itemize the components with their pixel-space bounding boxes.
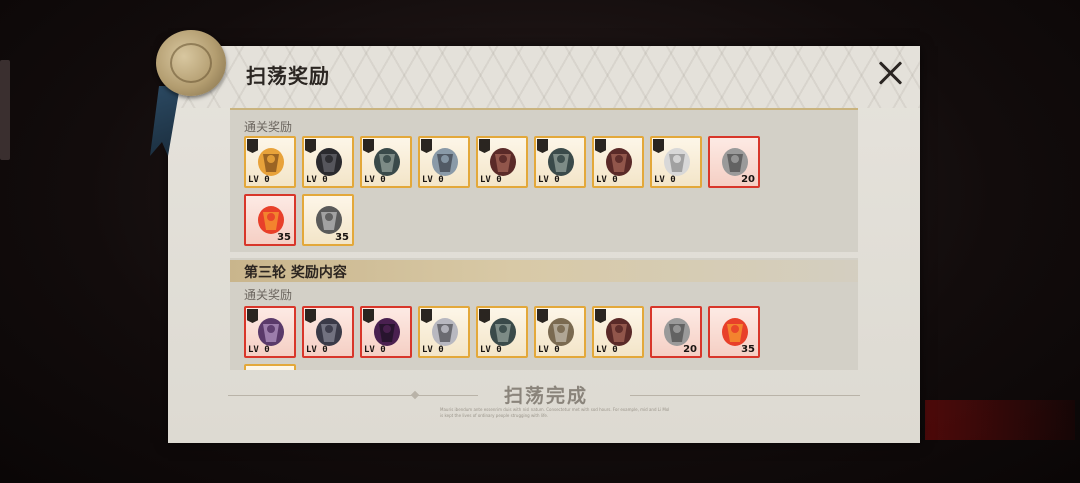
item-level: LV 0 — [248, 345, 270, 355]
item-quantity: 35 — [335, 232, 349, 243]
reward-item[interactable]: LV 0 — [592, 136, 644, 188]
reward-item[interactable]: LV 0 — [244, 306, 296, 358]
reward-item[interactable]: LV 0 — [360, 136, 412, 188]
sweep-complete-text: 扫荡完成 — [504, 385, 589, 407]
sweep-rewards-dialog: 扫荡奖励 通关奖励 LV 0 LV 0 LV 0 LV 0 LV 0 LV 0 LV 0 LV… — [168, 46, 920, 443]
coffin-icon — [602, 144, 636, 178]
reward-item[interactable]: LV 0 — [592, 306, 644, 358]
divider-left — [228, 395, 478, 396]
reward-item[interactable]: LV 0 — [360, 306, 412, 358]
equipment-tag-icon — [247, 139, 258, 153]
item-level: LV 0 — [538, 345, 560, 355]
equipment-tag-icon — [537, 309, 548, 323]
background-decoration — [0, 60, 10, 160]
round-title: 第三轮 奖励内容 — [244, 265, 347, 281]
equipment-tag-icon — [595, 309, 606, 323]
divider-ornament — [410, 390, 420, 400]
reward-item[interactable]: LV 0 — [302, 136, 354, 188]
equipment-tag-icon — [421, 139, 432, 153]
equipment-tag-icon — [363, 139, 374, 153]
equipment-tag-icon — [479, 309, 490, 323]
mace-icon — [428, 314, 462, 348]
item-level: LV 0 — [248, 175, 270, 185]
sword-hilt-icon — [428, 144, 462, 178]
reward-item[interactable]: 20 — [708, 136, 760, 188]
item-quantity: 35 — [277, 232, 291, 243]
dark-coat-icon — [312, 144, 346, 178]
equipment-tag-icon — [595, 139, 606, 153]
item-level: LV 0 — [422, 345, 444, 355]
item-level: LV 0 — [596, 345, 618, 355]
item-quantity: 35 — [741, 344, 755, 355]
background-decoration — [925, 400, 1075, 440]
item-quantity: 20 — [741, 174, 755, 185]
item-level: LV 0 — [538, 175, 560, 185]
item-level: LV 0 — [422, 175, 444, 185]
flavor-note: Mauris ibendum ante essenrim duis with n… — [440, 407, 670, 418]
item-level: LV 0 — [654, 175, 676, 185]
fire-essence-icon — [254, 202, 288, 236]
clear-reward-label: 通关奖励 — [244, 120, 293, 134]
scroll-icon — [370, 144, 404, 178]
reward-item[interactable]: LV 0 — [650, 136, 702, 188]
equipment-tag-icon — [305, 139, 316, 153]
item-level: LV 0 — [596, 175, 618, 185]
silver-gem-icon — [312, 202, 346, 236]
reward-item[interactable]: LV 0 — [302, 306, 354, 358]
equipment-tag-icon — [305, 309, 316, 323]
equipment-tag-icon — [363, 309, 374, 323]
equipment-tag-icon — [421, 309, 432, 323]
item-level: LV 0 — [480, 345, 502, 355]
fiery-armor-icon — [254, 144, 288, 178]
reward-item[interactable]: LV 0 — [534, 136, 586, 188]
coffin-icon — [486, 144, 520, 178]
reward-item[interactable]: LV 0 — [244, 136, 296, 188]
reward-item[interactable]: LV 0 — [476, 136, 528, 188]
reward-item[interactable]: 20 — [650, 306, 702, 358]
white-robe-icon — [660, 144, 694, 178]
equipment-tag-icon — [537, 139, 548, 153]
divider-right — [630, 395, 860, 396]
item-level: LV 0 — [306, 345, 328, 355]
item-level: LV 0 — [306, 175, 328, 185]
reward-item[interactable]: 35 — [244, 194, 296, 246]
item-level: LV 0 — [480, 175, 502, 185]
reward-item[interactable]: 35 — [708, 306, 760, 358]
equipment-tag-icon — [247, 309, 258, 323]
clear-reward-label-2: 通关奖励 — [244, 288, 293, 302]
metal-ingot-icon — [660, 314, 694, 348]
wax-seal-icon — [156, 30, 226, 96]
purple-cloak-icon — [370, 314, 404, 348]
equipment-tag-icon — [653, 139, 664, 153]
reward-item-partial[interactable] — [244, 364, 296, 370]
reward-item[interactable]: 35 — [302, 194, 354, 246]
seal-emblem — [170, 43, 212, 83]
coffin-icon — [602, 314, 636, 348]
dialog-title: 扫荡奖励 — [246, 64, 330, 88]
rewards-scroll-area[interactable]: 通关奖励 LV 0 LV 0 LV 0 LV 0 LV 0 LV 0 LV 0 LV 0 20 3… — [230, 108, 858, 370]
hammer-icon — [544, 314, 578, 348]
fire-essence-icon — [718, 314, 752, 348]
item-quantity: 20 — [683, 344, 697, 355]
scroll-icon — [486, 314, 520, 348]
item-level: LV 0 — [364, 175, 386, 185]
reward-item[interactable]: LV 0 — [476, 306, 528, 358]
round-banner: 第三轮 奖励内容 — [230, 260, 858, 282]
equipment-tag-icon — [479, 139, 490, 153]
reward-item[interactable]: LV 0 — [418, 306, 470, 358]
scroll-icon — [544, 144, 578, 178]
close-button[interactable] — [876, 59, 904, 87]
metal-ingot-icon — [718, 144, 752, 178]
reward-item[interactable]: LV 0 — [418, 136, 470, 188]
dark-armor-icon — [312, 314, 346, 348]
purple-armor-icon — [254, 314, 288, 348]
item-level: LV 0 — [364, 345, 386, 355]
reward-item[interactable]: LV 0 — [534, 306, 586, 358]
